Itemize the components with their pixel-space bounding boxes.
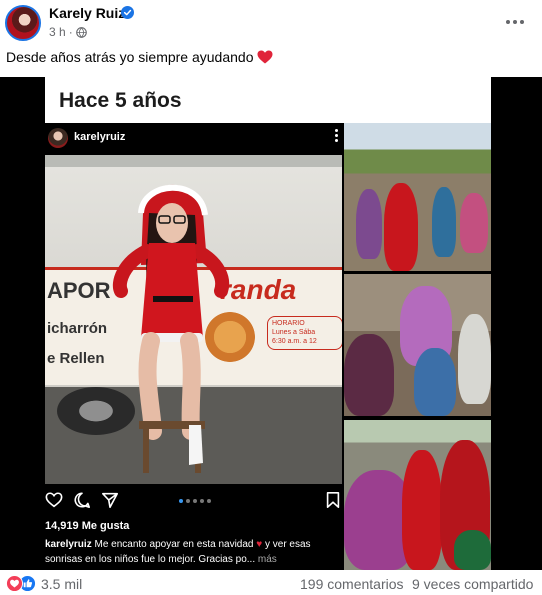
verified-badge-icon — [121, 6, 134, 19]
author-avatar[interactable] — [5, 5, 41, 41]
sign-text-left: APOR — [47, 278, 111, 303]
ig-header: karelyruiz — [45, 123, 342, 153]
ig-more-icon — [335, 129, 338, 142]
sign-hours: HORARIO Lunes a Sába 6:30 a.m. a 12 — [267, 316, 342, 350]
memory-title: Hace 5 años — [59, 89, 182, 112]
post-header: Karely Ruiz 3 h · — [0, 0, 542, 46]
photo-collage — [344, 123, 491, 570]
ig-caption-more: más — [257, 554, 277, 565]
author-name[interactable]: Karely Ruiz — [49, 5, 125, 21]
collage-photo-1 — [344, 123, 491, 271]
ig-comment-icon — [74, 492, 91, 509]
ig-photo: APOR randa icharrón e Rellen HORARIO Lun… — [45, 155, 342, 484]
ig-share-icon — [101, 492, 119, 509]
sign-text-line3: e Rellen — [47, 350, 105, 367]
reactions-summary[interactable]: 3.5 mil — [6, 575, 82, 592]
ig-likes-count: 14,919 Me gusta — [45, 520, 130, 532]
comments-count[interactable]: 199 comentarios — [300, 576, 404, 592]
post-meta: 3 h · — [49, 25, 87, 39]
caption-text: Desde años atrás yo siempre ayudando — [6, 49, 254, 65]
ig-like-icon — [45, 492, 63, 508]
woman-in-santa-outfit — [112, 184, 230, 473]
red-heart-emoji-icon — [257, 50, 273, 64]
collage-photo-3 — [344, 420, 491, 570]
post-media[interactable]: Hace 5 años karelyruiz APOR randa icharr… — [0, 77, 542, 570]
post-footer: 3.5 mil 199 comentarios 9 veces comparti… — [0, 570, 542, 595]
ig-save-icon — [326, 491, 340, 509]
collage-photo-2 — [344, 274, 491, 416]
ig-actions-bar — [45, 489, 342, 513]
reactions-count: 3.5 mil — [41, 575, 83, 592]
ig-caption-user: karelyruiz — [45, 539, 92, 550]
post-caption: Desde años atrás yo siempre ayudando — [6, 49, 273, 65]
ig-caption-text: Me encanto apoyar en esta navidad — [94, 539, 254, 550]
ig-avatar — [48, 128, 68, 148]
globe-icon — [75, 26, 87, 38]
sign-text-line2: icharrón — [47, 320, 108, 337]
shares-count[interactable]: 9 veces compartido — [412, 576, 542, 592]
meta-separator: · — [68, 25, 73, 39]
ig-caption: karelyruiz Me encanto apoyar en esta nav… — [45, 537, 342, 567]
more-options-icon[interactable] — [506, 14, 524, 30]
ig-caption-heart-icon: ♥ — [256, 539, 263, 550]
love-reaction-icon — [6, 575, 23, 592]
ig-username: karelyruiz — [74, 131, 126, 143]
instagram-post-screenshot: karelyruiz APOR randa icharrón e Rellen … — [45, 123, 342, 570]
ig-carousel-dots — [179, 499, 211, 503]
post-time[interactable]: 3 h — [49, 25, 66, 39]
memory-title-band: Hace 5 años — [45, 77, 491, 123]
